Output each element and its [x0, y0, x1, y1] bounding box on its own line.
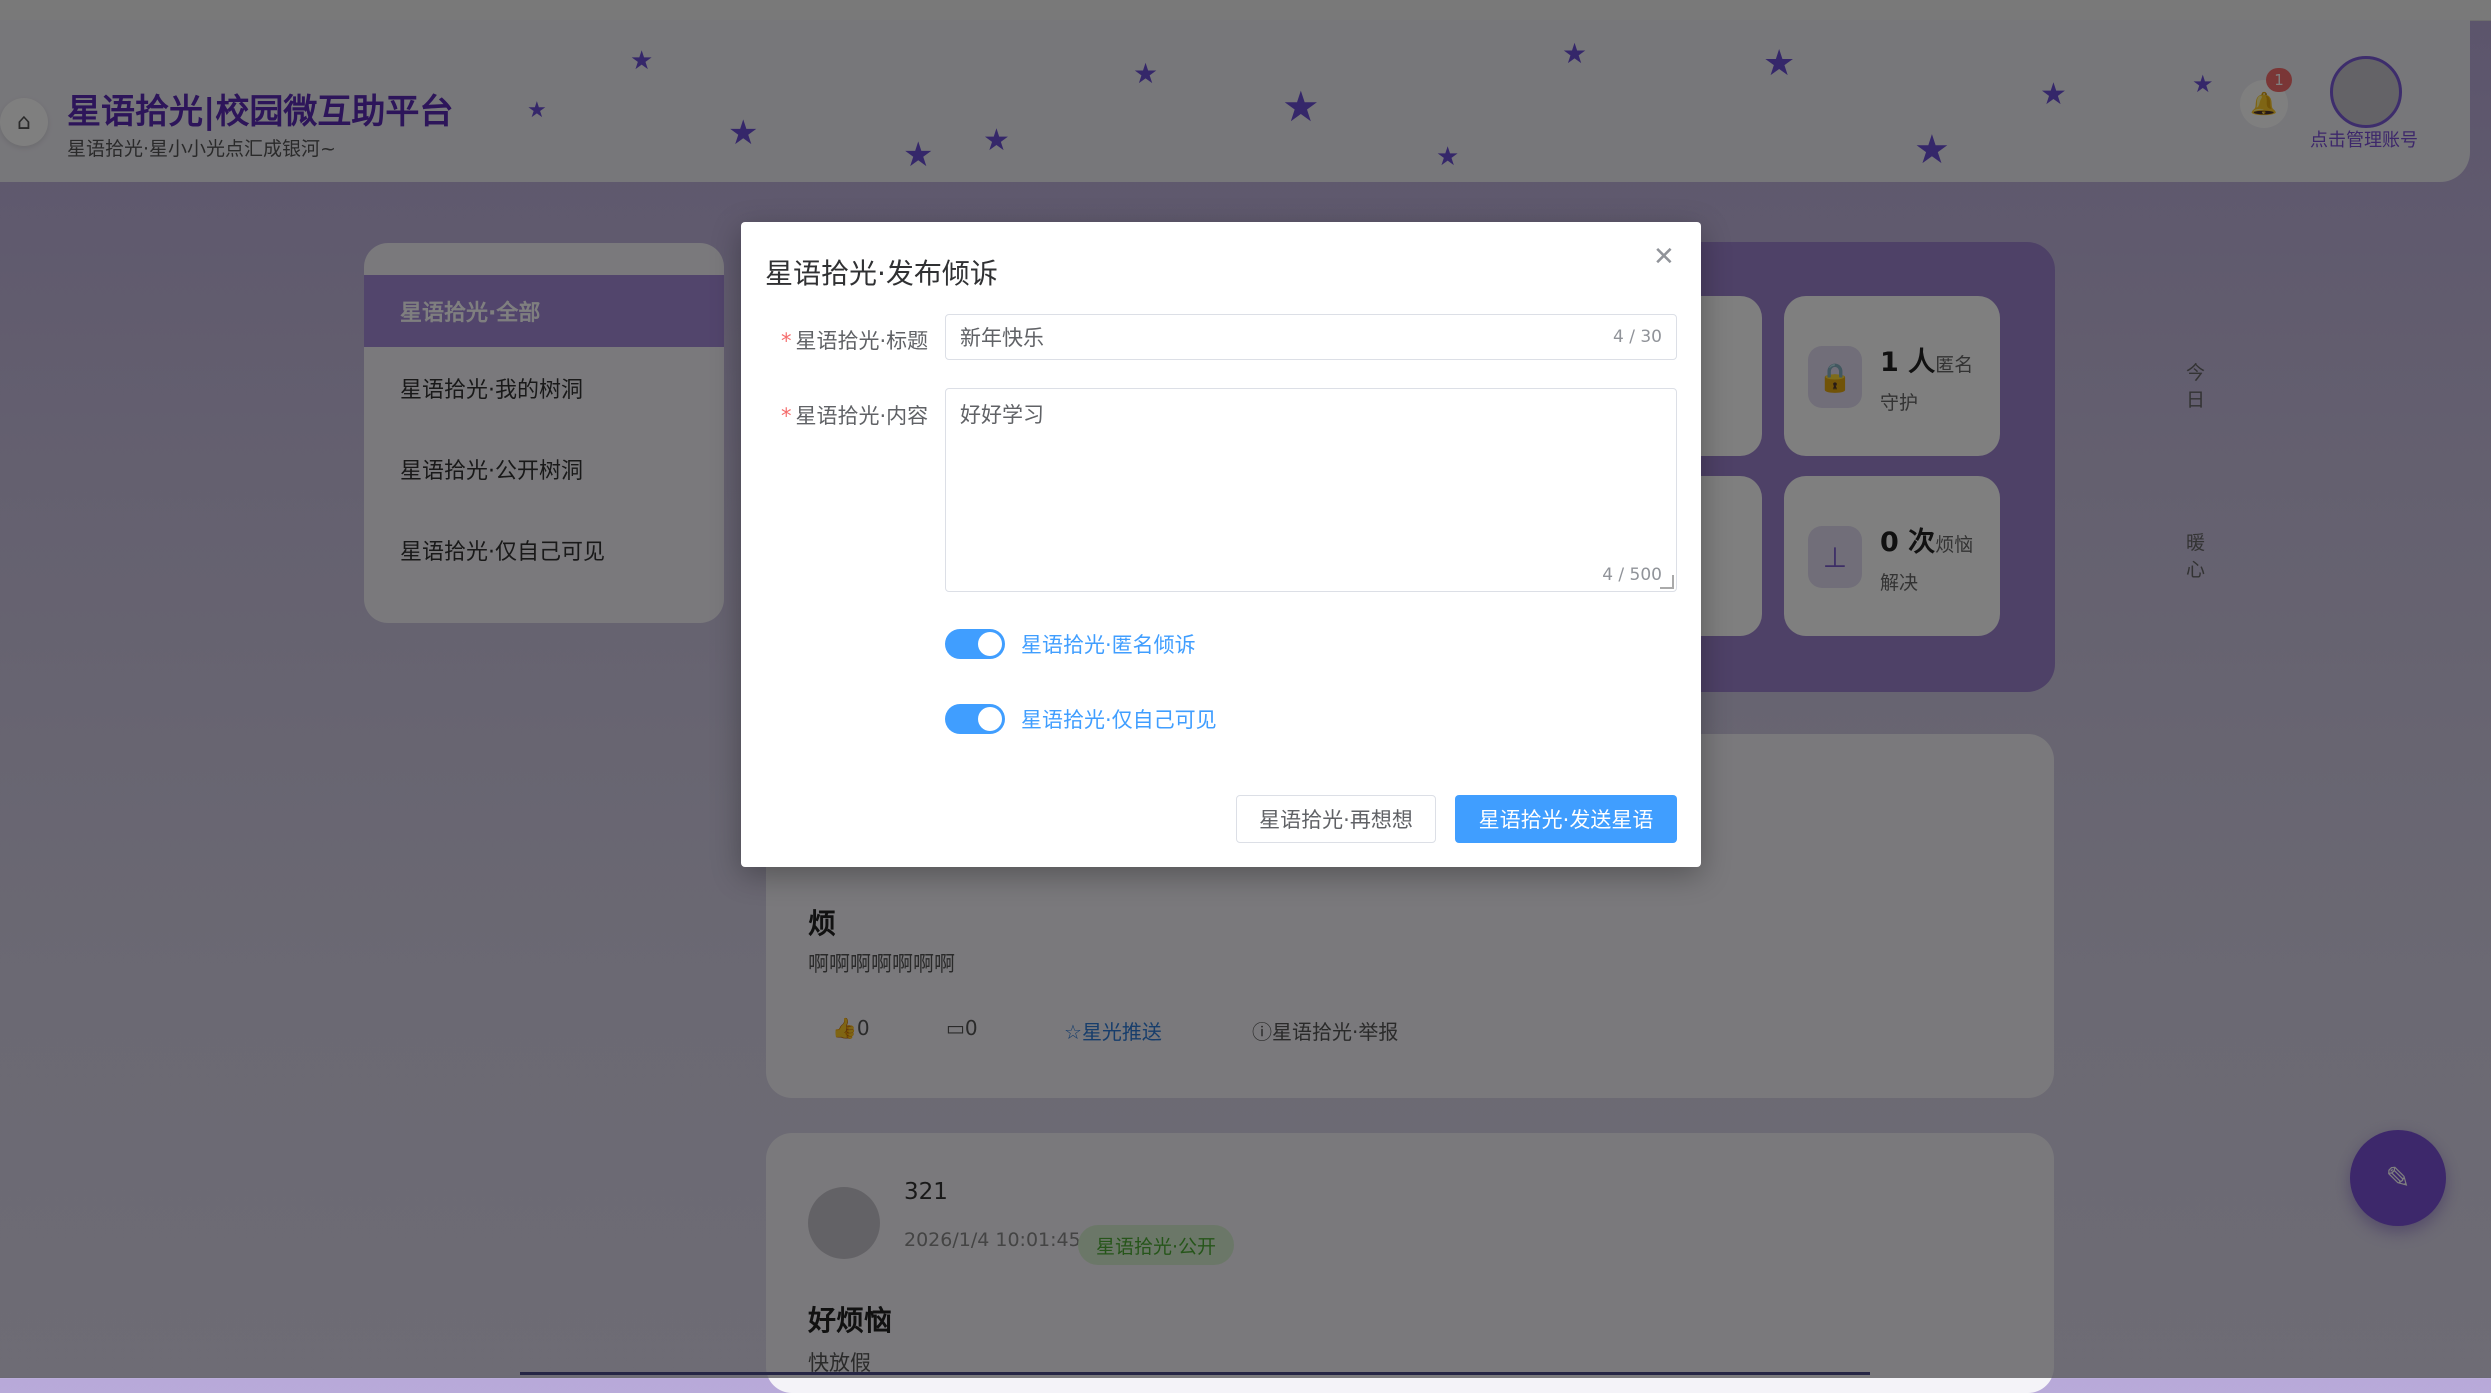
content-label: * 星语拾光·内容 [781, 404, 929, 428]
content-char-count: 4 / 500 [1602, 565, 1662, 585]
title-char-count: 4 / 30 [1613, 327, 1662, 347]
content-textarea[interactable]: 好好学习 4 / 500 [945, 388, 1677, 592]
anon-toggle-label[interactable]: 星语拾光·匿名倾诉 [1021, 629, 1196, 659]
publish-dialog: 星语拾光·发布倾诉 ✕ * 星语拾光·标题 新年快乐 4 / 30 * 星语拾光·内… [741, 222, 1701, 867]
anon-toggle[interactable] [945, 629, 1005, 659]
send-button[interactable]: 星语拾光·发送星语 [1455, 795, 1677, 843]
dialog-title: 星语拾光·发布倾诉 [765, 257, 998, 290]
private-switch-row: 星语拾光·仅自己可见 [945, 704, 1217, 734]
close-icon[interactable]: ✕ [1653, 242, 1675, 272]
anon-switch-row: 星语拾光·匿名倾诉 [945, 629, 1196, 659]
title-label: * 星语拾光·标题 [781, 329, 929, 353]
private-toggle[interactable] [945, 704, 1005, 734]
cancel-button[interactable]: 星语拾光·再想想 [1236, 795, 1436, 843]
title-input[interactable]: 新年快乐 4 / 30 [945, 314, 1677, 360]
private-toggle-label[interactable]: 星语拾光·仅自己可见 [1021, 704, 1217, 734]
resize-handle[interactable] [1660, 575, 1674, 589]
